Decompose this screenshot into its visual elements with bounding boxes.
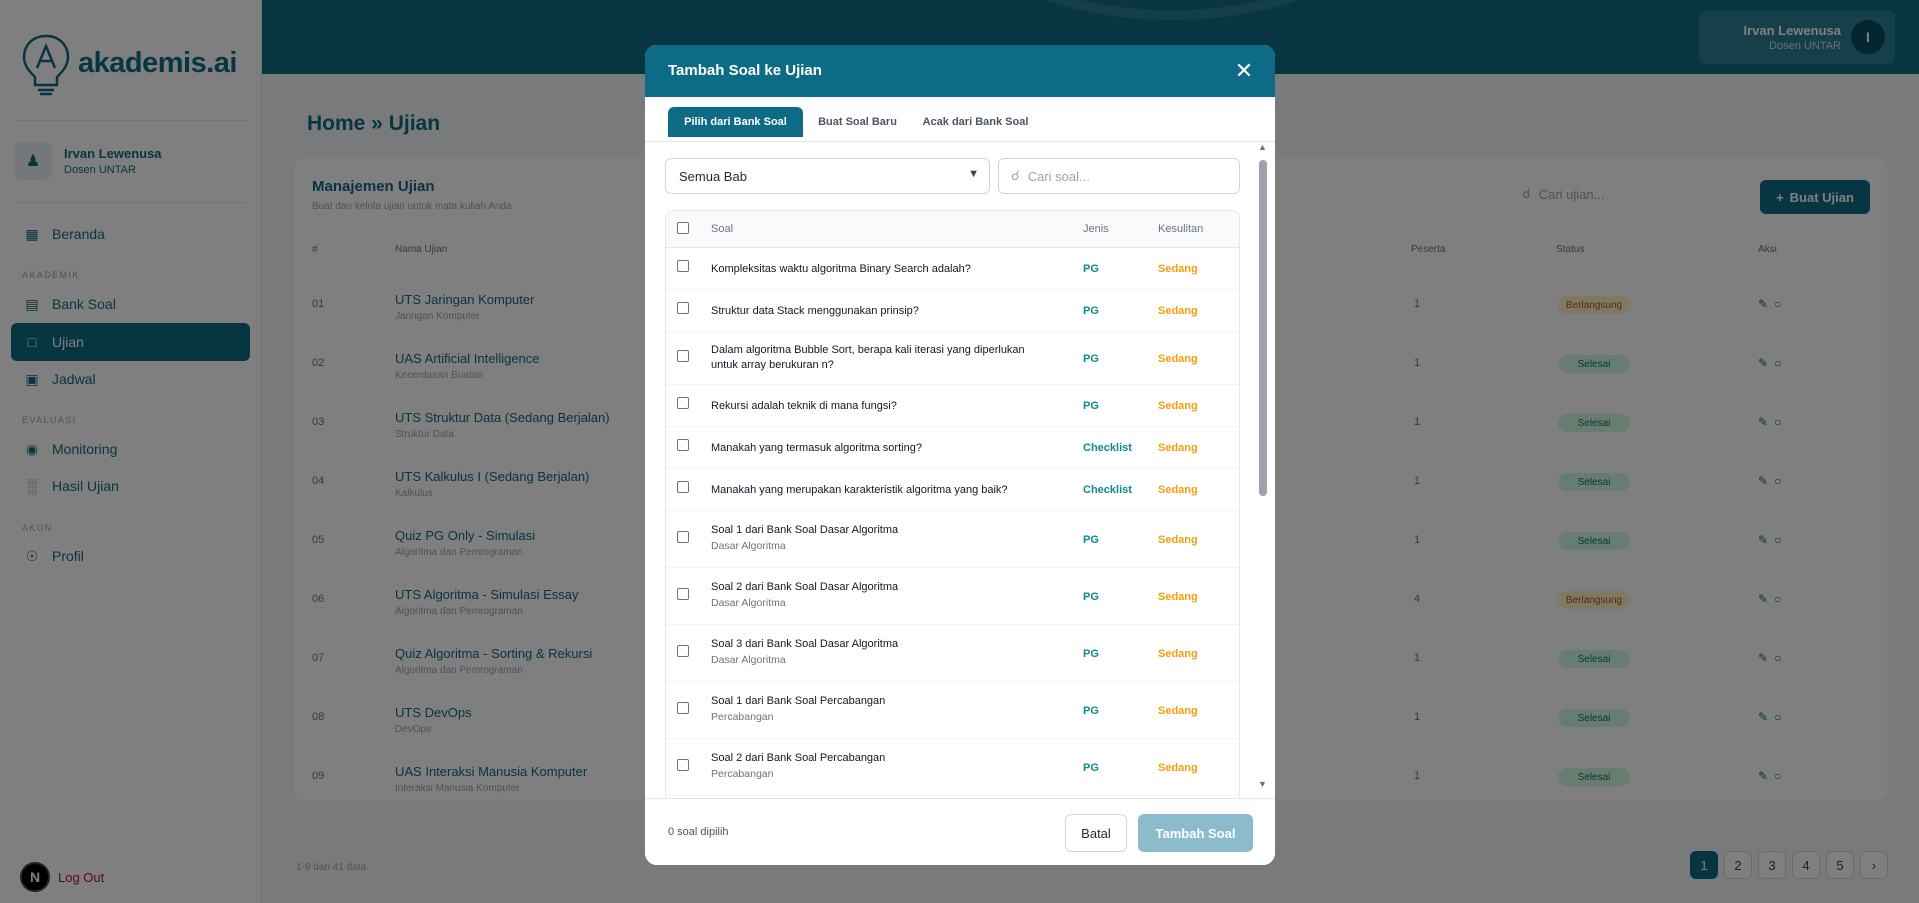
question-text: Soal 2 dari Bank Soal Dasar Algoritma: [711, 581, 899, 593]
question-difficulty: Sedang: [1158, 484, 1198, 496]
question-table-header: Soal Jenis Kesulitan: [666, 211, 1239, 248]
question-type: PG: [1083, 647, 1099, 660]
question-row[interactable]: Soal 2 dari Bank Soal Percabangan Percaba…: [666, 739, 1239, 796]
question-difficulty: Sedang: [1158, 442, 1198, 454]
tab-acak-dari-bank-soal[interactable]: Acak dari Bank Soal: [913, 107, 1038, 137]
question-text: Manakah yang termasuk algoritma sorting?: [711, 442, 922, 454]
add-questions-button[interactable]: Tambah Soal: [1138, 814, 1253, 852]
question-checkbox[interactable]: [677, 644, 689, 657]
question-type: PG: [1083, 761, 1099, 774]
question-difficulty: Sedang: [1158, 263, 1198, 275]
question-type: PG: [1083, 590, 1099, 603]
question-text: Soal 2 dari Bank Soal Percabangan: [711, 752, 886, 764]
question-chapter: Percabangan: [711, 711, 774, 723]
tab-pilih-dari-bank-soal[interactable]: Pilih dari Bank Soal: [668, 107, 803, 137]
scroll-up-icon[interactable]: ▲: [1258, 142, 1267, 152]
question-search-input[interactable]: [1027, 168, 1218, 184]
question-row[interactable]: Manakah yang merupakan karakteristik alg…: [666, 469, 1239, 511]
modal-body: Semua Bab ▼ ☌ Soal Jenis Kesulitan Kompl…: [645, 142, 1275, 798]
question-difficulty: Sedang: [1158, 590, 1198, 603]
question-difficulty: Sedang: [1158, 761, 1198, 774]
modal-header: Tambah Soal ke Ujian ✕: [645, 45, 1275, 97]
select-all-checkbox[interactable]: [677, 222, 689, 234]
modal-footer: 0 soal dipilih Batal Tambah Soal: [645, 798, 1275, 865]
question-table: Soal Jenis Kesulitan Kompleksitas waktu …: [665, 210, 1240, 798]
question-checkbox[interactable]: [677, 587, 689, 600]
question-chapter: Dasar Algoritma: [711, 540, 786, 552]
question-checkbox[interactable]: [677, 701, 689, 714]
question-text: Struktur data Stack menggunakan prinsip?: [711, 305, 919, 317]
question-type: Checklist: [1083, 484, 1132, 496]
chapter-filter-select[interactable]: Semua Bab ▼: [665, 158, 990, 194]
question-type: PG: [1083, 263, 1099, 275]
search-icon: ☌: [1011, 168, 1020, 183]
question-checkbox[interactable]: [677, 481, 689, 493]
question-row[interactable]: Rekursi adalah teknik di mana fungsi? PG …: [666, 385, 1239, 427]
question-row[interactable]: Soal 2 dari Bank Soal Dasar Algoritma Das…: [666, 568, 1239, 625]
chapter-filter-value: Semua Bab: [679, 168, 747, 184]
question-text: Soal 3 dari Bank Soal Dasar Algoritma: [711, 638, 899, 650]
question-checkbox[interactable]: [677, 260, 689, 272]
modal-title: Tambah Soal ke Ujian: [668, 62, 822, 79]
question-chapter: Dasar Algoritma: [711, 654, 786, 666]
question-difficulty: Sedang: [1158, 704, 1198, 717]
modal-tabs: Pilih dari Bank Soal Buat Soal Baru Acak…: [645, 97, 1275, 142]
close-button[interactable]: ✕: [1229, 56, 1259, 86]
scroll-down-icon[interactable]: ▼: [1258, 779, 1267, 789]
column-header-soal: Soal: [711, 223, 734, 235]
question-difficulty: Sedang: [1158, 305, 1198, 317]
question-text: Rekursi adalah teknik di mana fungsi?: [711, 400, 897, 412]
question-difficulty: Sedang: [1158, 352, 1198, 365]
question-search-field: ☌: [998, 158, 1240, 194]
question-type: PG: [1083, 704, 1099, 717]
close-icon: ✕: [1234, 58, 1254, 83]
question-type: PG: [1083, 533, 1099, 546]
question-difficulty: Sedang: [1158, 533, 1198, 546]
question-type: PG: [1083, 305, 1099, 317]
question-checkbox[interactable]: [677, 758, 689, 771]
question-text: Soal 1 dari Bank Soal Percabangan: [711, 695, 886, 707]
question-checkbox[interactable]: [677, 397, 689, 409]
question-text: Kompleksitas waktu algoritma Binary Sear…: [711, 263, 971, 275]
question-row[interactable]: Soal 1 dari Bank Soal Dasar Algoritma Das…: [666, 511, 1239, 568]
question-type: PG: [1083, 400, 1099, 412]
column-header-kesulitan: Kesulitan: [1158, 223, 1204, 235]
question-chapter: Percabangan: [711, 768, 774, 780]
question-row[interactable]: Soal 1 dari Bank Soal Percabangan Percaba…: [666, 682, 1239, 739]
cancel-button[interactable]: Batal: [1065, 814, 1127, 852]
question-row[interactable]: Struktur data Stack menggunakan prinsip?…: [666, 290, 1239, 332]
question-text: Soal 1 dari Bank Soal Dasar Algoritma: [711, 524, 899, 536]
question-chapter: Dasar Algoritma: [711, 597, 786, 609]
question-row[interactable]: Soal 3 dari Bank Soal Dasar Algoritma Das…: [666, 625, 1239, 682]
question-checkbox[interactable]: [677, 439, 689, 451]
question-checkbox[interactable]: [677, 302, 689, 314]
question-text: Dalam algoritma Bubble Sort, berapa kali…: [711, 344, 1025, 371]
question-text: Manakah yang merupakan karakteristik alg…: [711, 484, 1008, 496]
tab-buat-soal-baru[interactable]: Buat Soal Baru: [810, 107, 905, 137]
scroll-thumb[interactable]: [1259, 160, 1267, 496]
add-question-modal: Tambah Soal ke Ujian ✕ Pilih dari Bank S…: [645, 45, 1275, 865]
selected-count: 0 soal dipilih: [668, 826, 729, 838]
column-header-jenis: Jenis: [1083, 223, 1109, 235]
question-checkbox[interactable]: [677, 530, 689, 543]
question-difficulty: Sedang: [1158, 400, 1198, 412]
question-difficulty: Sedang: [1158, 647, 1198, 660]
chevron-down-icon: ▼: [968, 168, 979, 180]
modal-scrollbar[interactable]: ▲ ▼: [1257, 142, 1269, 798]
question-row[interactable]: Manakah yang termasuk algoritma sorting?…: [666, 427, 1239, 469]
question-row[interactable]: Kompleksitas waktu algoritma Binary Sear…: [666, 248, 1239, 290]
question-row[interactable]: Dalam algoritma Bubble Sort, berapa kali…: [666, 332, 1239, 385]
question-type: Checklist: [1083, 442, 1132, 454]
question-type: PG: [1083, 352, 1099, 365]
question-checkbox[interactable]: [677, 349, 689, 362]
